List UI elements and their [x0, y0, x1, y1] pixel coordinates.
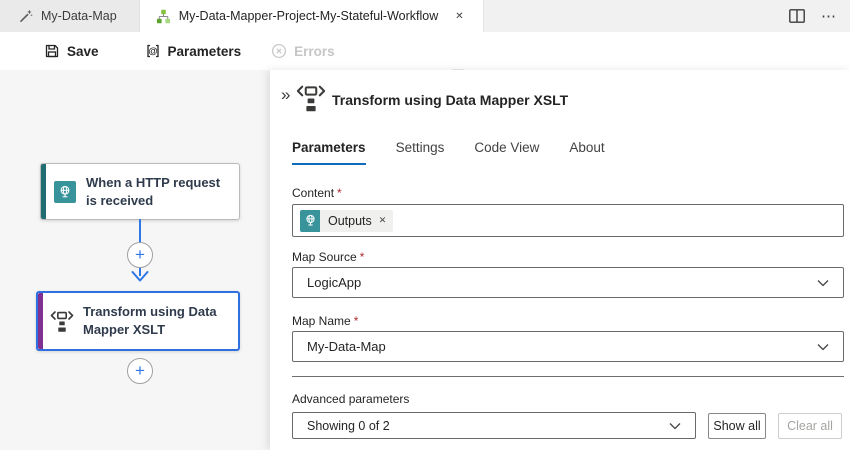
required-asterisk: * [360, 250, 365, 264]
tab-settings[interactable]: Settings [396, 140, 445, 165]
action-node-data-mapper-xslt[interactable]: Transform using Data Mapper XSLT [36, 291, 240, 351]
designer-toolbar: Save @ Parameters Errors [0, 32, 850, 70]
map-source-value: LogicApp [307, 275, 817, 290]
tab-parameters[interactable]: Parameters [292, 140, 366, 165]
tab-code-view[interactable]: Code View [474, 140, 539, 165]
tab-about[interactable]: About [569, 140, 604, 165]
parameters-button[interactable]: @ Parameters [135, 32, 252, 70]
insert-step-button[interactable]: + [127, 242, 153, 268]
content-input[interactable]: Outputs ✕ [292, 204, 844, 237]
xslt-transform-icon [296, 84, 326, 113]
errors-label: Errors [294, 44, 335, 59]
tab-label: My-Data-Mapper-Project-My-Stateful-Workf… [179, 9, 439, 23]
advanced-parameters-select[interactable]: Showing 0 of 2 [292, 412, 696, 439]
action-color-stripe [38, 293, 43, 349]
remove-token-icon[interactable]: ✕ [377, 215, 394, 226]
content-field-label: Content* [292, 186, 342, 200]
map-name-select[interactable]: My-Data-Map [292, 331, 844, 362]
error-circle-icon [271, 43, 287, 59]
app-window: My-Data-Map My-Data-Mapper-Project-My-St… [0, 0, 850, 450]
panel-title: Transform using Data Mapper XSLT [332, 92, 568, 108]
advanced-parameters-value: Showing 0 of 2 [307, 419, 669, 433]
add-step-button[interactable]: + [127, 358, 153, 384]
more-actions-icon[interactable]: ⋯ [821, 9, 836, 24]
split-editor-icon[interactable] [789, 9, 805, 23]
panel-tabs: Parameters Settings Code View About [292, 140, 605, 165]
http-request-icon [54, 181, 76, 203]
operation-details-panel: » Transform using Data Mapper XSLT Param… [270, 70, 850, 450]
tab-label: My-Data-Map [41, 9, 117, 23]
parameters-label: Parameters [168, 44, 242, 59]
editor-tab-bar: My-Data-Map My-Data-Mapper-Project-My-St… [0, 0, 850, 32]
trigger-color-stripe [41, 164, 46, 219]
outputs-token[interactable]: Outputs ✕ [300, 210, 393, 232]
chevron-down-icon [817, 279, 829, 287]
tab-workflow[interactable]: My-Data-Mapper-Project-My-Stateful-Workf… [140, 0, 484, 32]
map-source-select[interactable]: LogicApp [292, 267, 844, 298]
svg-text:@: @ [148, 46, 157, 57]
magic-wand-icon [18, 9, 33, 24]
show-all-button[interactable]: Show all [708, 413, 766, 439]
map-name-value: My-Data-Map [307, 339, 817, 354]
workflow-icon [156, 9, 171, 24]
map-name-field-label: Map Name* [292, 314, 358, 328]
save-label: Save [67, 44, 99, 59]
clear-all-button[interactable]: Clear all [778, 413, 842, 439]
save-icon [44, 43, 60, 59]
http-request-icon [300, 210, 320, 232]
map-source-field-label: Map Source* [292, 250, 364, 264]
chevron-down-icon [817, 343, 829, 351]
trigger-node-http-request[interactable]: When a HTTP request is received [40, 163, 240, 220]
errors-button[interactable]: Errors [261, 32, 345, 70]
save-button[interactable]: Save [34, 32, 109, 70]
advanced-parameters-label: Advanced parameters [292, 392, 409, 406]
section-divider [292, 376, 844, 377]
token-label: Outputs [320, 214, 377, 228]
required-asterisk: * [337, 186, 342, 200]
action-node-title: Transform using Data Mapper XSLT [83, 303, 238, 339]
trigger-node-title: When a HTTP request is received [86, 174, 239, 210]
close-icon[interactable]: ✕ [452, 9, 466, 24]
tabbar-actions: ⋯ [789, 0, 850, 32]
required-asterisk: * [354, 314, 359, 328]
at-parameters-icon: @ [145, 43, 161, 59]
collapse-panel-icon[interactable]: » [281, 86, 290, 103]
tab-my-data-map[interactable]: My-Data-Map [0, 0, 140, 32]
xslt-transform-icon [50, 310, 74, 333]
chevron-down-icon [669, 422, 681, 430]
